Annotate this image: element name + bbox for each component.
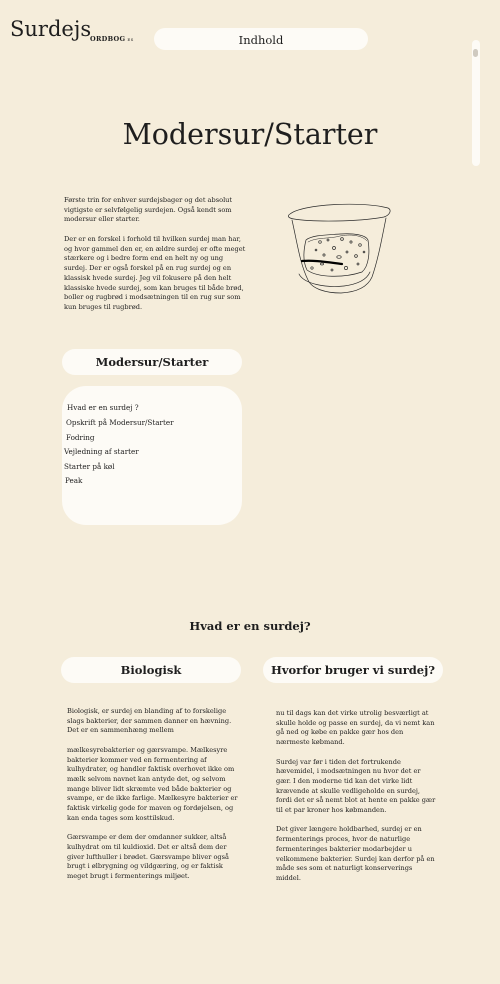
scrollbar-thumb[interactable] (473, 49, 478, 57)
sourdough-jar-illustration (288, 203, 391, 294)
biology-paragraph: Gærsvampe er dem der omdanner sukker, al… (67, 833, 229, 880)
toc-item-vejledning[interactable]: Vejledning af starter (64, 447, 139, 457)
biology-heading: Biologisk (61, 657, 241, 683)
site-logo[interactable]: Surdejs (10, 16, 91, 42)
page-title: Modersur/Starter (122, 118, 378, 151)
toc-item-hvad-er-en-surdej[interactable]: Hvad er en surdej ? (67, 403, 139, 413)
why-paragraph: Surdej var før i tiden det fortrukende h… (276, 757, 436, 815)
toc-item-starter-paa-koel[interactable]: Starter på køl (64, 462, 115, 472)
intro-paragraph-1: Første trin for enhver surdejsbager og d… (64, 196, 233, 224)
why-paragraph: Det giver længere holdbarhed, surdej er … (276, 825, 435, 882)
biology-paragraph: mælkesyrebakterier og gærsvampe. Mælkesy… (67, 745, 238, 822)
toc-list: Hvad er en surdej ? Opskrift på Modersur… (62, 386, 242, 525)
section-title: Hvad er en surdej? (189, 619, 311, 633)
contents-nav-button[interactable]: Indhold (154, 28, 368, 50)
logo-sub-text: ORDBOG (90, 35, 126, 43)
toc-item-opskrift[interactable]: Opskrift på Modersur/Starter (66, 418, 174, 428)
site-logo-subtitle: ORDBOG ES (90, 35, 134, 43)
why-heading: Hvorfor bruger vi surdej? (263, 657, 443, 683)
biology-paragraph: Biologisk, er surdej en blanding af to f… (67, 707, 232, 735)
why-paragraph: nu til dags kan det virke utrolig besvær… (276, 709, 435, 747)
toc-item-peak[interactable]: Peak (65, 476, 82, 486)
toc-item-fodring[interactable]: Fodring (66, 433, 95, 443)
logo-sub-small: ES (127, 37, 134, 42)
biology-text: Biologisk, er surdej en blanding af to f… (67, 707, 243, 891)
toc-title: Modersur/Starter (62, 349, 242, 375)
why-text: nu til dags kan det virke utrolig besvær… (276, 709, 436, 893)
intro-paragraph-2: Der er en forskel i forhold til hvilken … (64, 235, 246, 311)
